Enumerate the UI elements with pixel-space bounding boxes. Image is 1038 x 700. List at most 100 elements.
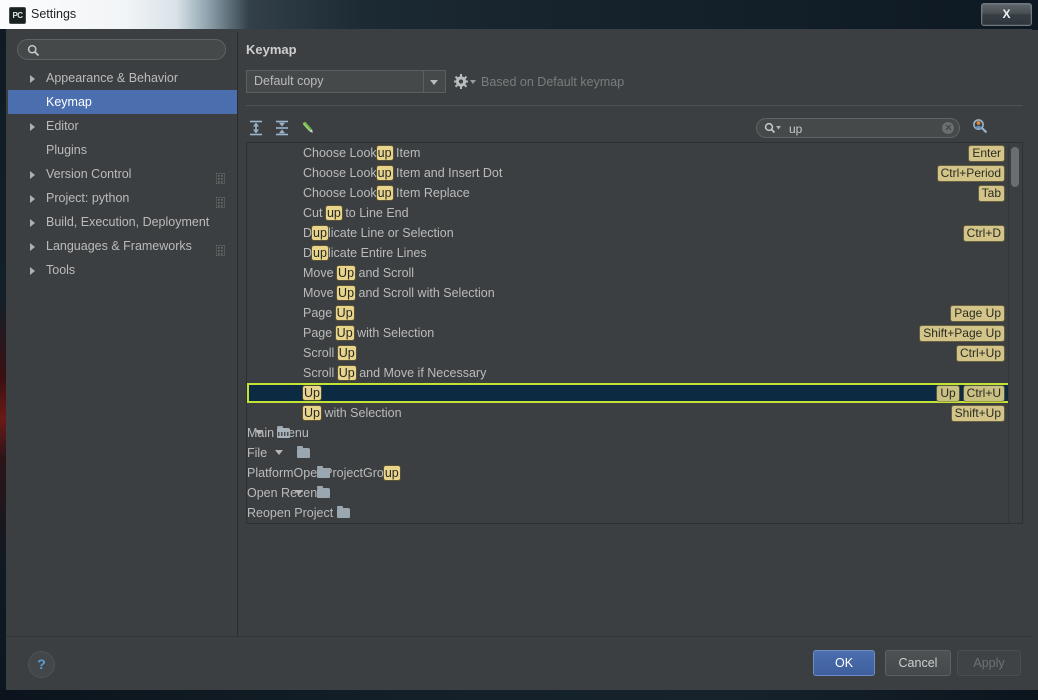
action-row[interactable]: Up with Selection Shift+Up — [247, 403, 1010, 423]
window-title: Settings — [31, 7, 77, 21]
close-icon[interactable]: X — [981, 3, 1032, 26]
chevron-down-icon[interactable] — [295, 490, 303, 495]
action-name: Move Up and Scroll with Selection — [303, 286, 495, 300]
action-row[interactable]: Move Up and Scroll — [247, 263, 1010, 283]
search-icon — [27, 44, 40, 57]
action-row-selected[interactable]: Up Up Ctrl+U — [247, 383, 1010, 403]
tree-separator — [247, 523, 1010, 524]
action-search-input[interactable] — [787, 120, 941, 137]
action-shortcuts: Up Ctrl+U — [932, 383, 1004, 403]
sidebar-item-appearance-behavior[interactable]: Appearance & Behavior — [8, 66, 237, 90]
sidebar-item-label: Editor — [46, 119, 79, 133]
action-shortcuts: Ctrl+Up — [952, 343, 1004, 363]
tree-group-row[interactable]: Open Recent — [247, 483, 1010, 503]
action-row[interactable]: Page Up Page Up — [247, 303, 1010, 323]
find-by-shortcut-icon[interactable] — [969, 116, 991, 138]
match-highlight: up — [376, 146, 393, 160]
ok-button[interactable]: OK — [813, 650, 875, 676]
action-name: Up with Selection — [303, 406, 402, 420]
action-row[interactable]: Cut up to Line End — [247, 203, 1010, 223]
action-row[interactable]: Choose Lookup Item Enter — [247, 143, 1010, 163]
match-highlight: Up — [337, 286, 356, 300]
shortcut-badge: Up — [937, 386, 959, 401]
action-row[interactable]: Scroll Up Ctrl+Up — [247, 343, 1010, 363]
tree-group-row[interactable]: File — [247, 443, 1010, 463]
search-dropdown-icon[interactable] — [764, 122, 784, 135]
chevron-right-icon[interactable] — [30, 123, 35, 131]
sidebar-item-tools[interactable]: Tools — [8, 258, 237, 282]
action-row[interactable]: Duplicate Entire Lines — [247, 243, 1010, 263]
sidebar-item-languages-frameworks[interactable]: Languages & Frameworks — [8, 234, 237, 258]
action-row[interactable]: Move Up and Scroll with Selection — [247, 283, 1010, 303]
sidebar-item-keymap[interactable]: Keymap — [8, 90, 237, 114]
chevron-right-icon[interactable] — [30, 195, 35, 203]
match-highlight: up — [376, 166, 393, 180]
shortcut-badge: Shift+Up — [951, 406, 1004, 421]
action-search-field[interactable] — [756, 118, 960, 138]
sidebar-item-label: Plugins — [46, 143, 87, 157]
folder-icon — [317, 466, 330, 478]
shortcut-badge: Enter — [969, 146, 1004, 161]
sidebar-item-plugins[interactable]: Plugins — [8, 138, 237, 162]
sidebar-item-editor[interactable]: Editor — [8, 114, 237, 138]
action-row[interactable]: Scroll Up and Move if Necessary — [247, 363, 1010, 383]
collapse-all-icon[interactable] — [272, 118, 292, 138]
match-highlight: up — [376, 186, 393, 200]
scrollbar-thumb[interactable] — [1011, 147, 1019, 187]
action-name: Duplicate Entire Lines — [303, 246, 427, 260]
action-shortcuts: Enter — [964, 143, 1004, 163]
cancel-button[interactable]: Cancel — [885, 650, 951, 676]
chevron-right-icon[interactable] — [30, 243, 35, 251]
chevron-right-icon[interactable] — [30, 267, 35, 275]
chevron-right-icon[interactable] — [30, 219, 35, 227]
action-name: Duplicate Line or Selection — [303, 226, 454, 240]
help-button[interactable]: ? — [28, 651, 55, 678]
pycharm-icon: PC — [9, 7, 26, 24]
sidebar-item-project-python[interactable]: Project: python — [8, 186, 237, 210]
keymap-action-list[interactable]: Choose Lookup Item Enter Choose Lookup Ite… — [246, 142, 1023, 524]
gear-dropdown-icon[interactable] — [453, 73, 477, 90]
sidebar-item-version-control[interactable]: Version Control — [8, 162, 237, 186]
sidebar-item-build-execution-deployment[interactable]: Build, Execution, Deployment — [8, 210, 237, 234]
chevron-right-icon[interactable] — [30, 75, 35, 83]
chevron-down-icon[interactable] — [423, 71, 445, 92]
sidebar-item-label: Project: python — [46, 191, 130, 205]
match-highlight: Up — [337, 346, 356, 360]
action-row[interactable]: Choose Lookup Item Replace Tab — [247, 183, 1010, 203]
sidebar-item-label: Build, Execution, Deployment — [46, 215, 210, 229]
based-on-label: Based on Default keymap — [481, 75, 625, 89]
expand-all-icon[interactable] — [246, 118, 266, 138]
match-highlight: up — [312, 226, 328, 240]
shortcut-badge: Ctrl+Period — [937, 166, 1004, 181]
chevron-down-icon[interactable] — [275, 450, 283, 455]
clear-icon[interactable] — [942, 122, 954, 134]
action-row[interactable]: Choose Lookup Item and Insert Dot Ctrl+Pe… — [247, 163, 1010, 183]
match-highlight: Up — [337, 366, 356, 380]
match-highlight: Up — [337, 266, 356, 280]
action-shortcuts: Ctrl+Period — [933, 163, 1004, 183]
pencil-edit-icon[interactable] — [298, 118, 318, 138]
list-scrollbar[interactable] — [1008, 144, 1021, 523]
chevron-right-icon[interactable] — [30, 171, 35, 179]
sidebar-filter-input[interactable] — [44, 42, 222, 60]
action-shortcuts: Ctrl+D — [959, 223, 1004, 243]
tree-group-row[interactable]: Reopen Project — [247, 503, 1010, 523]
action-shortcuts: Page Up — [946, 303, 1004, 323]
action-row[interactable]: Duplicate Line or Selection Ctrl+D — [247, 223, 1010, 243]
action-row[interactable]: Page Up with Selection Shift+Page Up — [247, 323, 1010, 343]
action-name: Choose Lookup Item Replace — [303, 186, 470, 200]
main-menu-folder-icon — [277, 426, 290, 438]
sidebar-filter-box[interactable] — [17, 39, 226, 60]
match-highlight: Up — [303, 406, 321, 420]
tree-group-label: Open Recent — [247, 486, 321, 500]
action-shortcuts: Tab — [974, 183, 1004, 203]
tree-group-row[interactable]: Main menu — [247, 423, 1010, 443]
action-shortcuts: Shift+Page Up — [915, 323, 1004, 343]
keymap-select[interactable]: Default copy — [246, 70, 446, 93]
chevron-down-icon[interactable] — [255, 430, 263, 435]
dialog-footer: ? OK Cancel Apply — [6, 636, 1032, 690]
sidebar-item-label: Keymap — [46, 95, 92, 109]
divider — [246, 105, 1023, 106]
apply-button[interactable]: Apply — [957, 650, 1021, 676]
tree-group-row[interactable]: PlatformOpenProjectGroup — [247, 463, 1010, 483]
